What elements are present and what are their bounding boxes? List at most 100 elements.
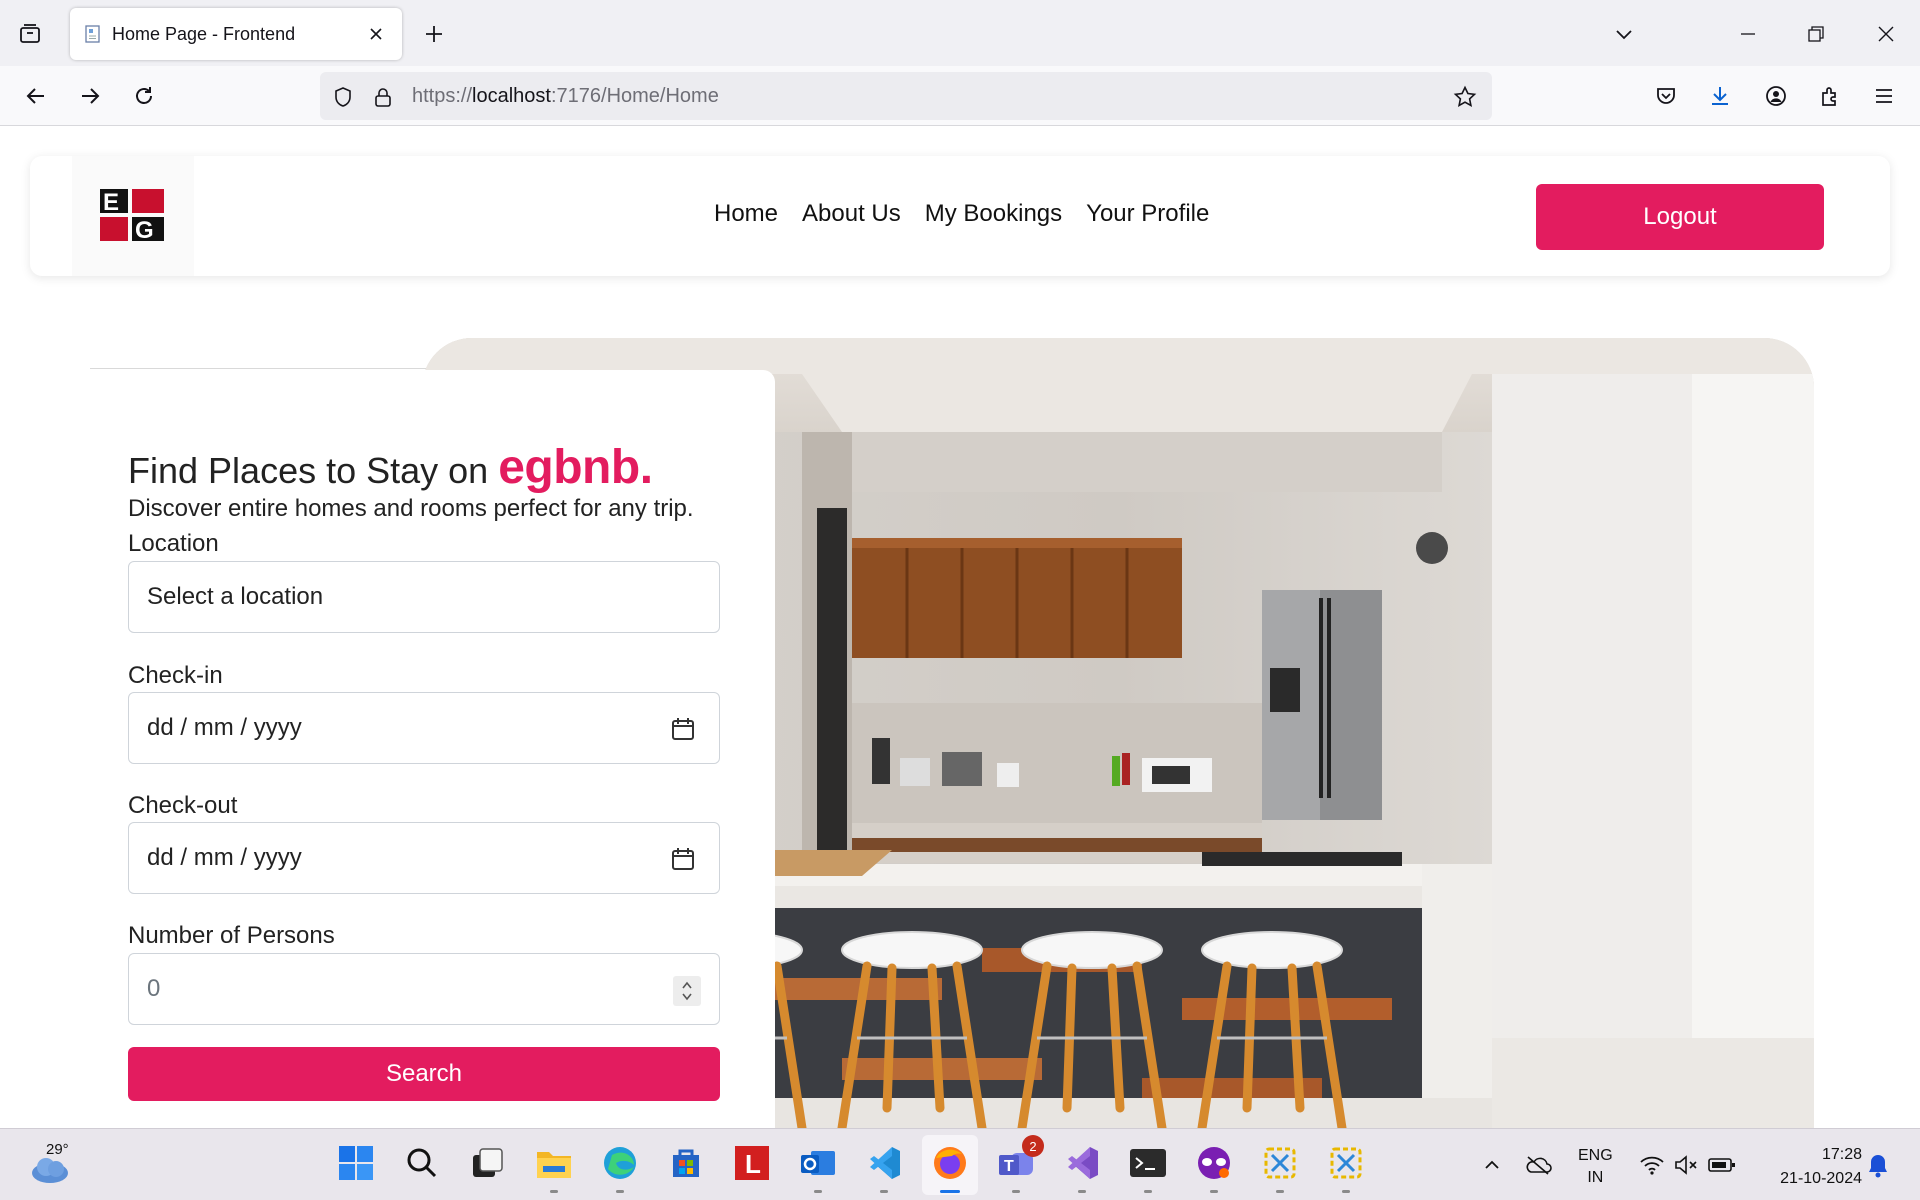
visual-studio-icon[interactable] (1060, 1141, 1104, 1193)
browser-toolbar: https://localhost:7176/Home/Home (0, 66, 1920, 126)
checkin-date-input[interactable]: dd / mm / yyyy (128, 692, 720, 764)
location-select[interactable]: Select a location (128, 561, 720, 633)
back-icon[interactable] (18, 78, 54, 114)
running-indicator (1342, 1190, 1350, 1193)
extensions-icon[interactable] (1812, 78, 1848, 114)
chevron-up-icon[interactable] (1478, 1151, 1506, 1179)
file-explorer-icon[interactable] (532, 1141, 576, 1193)
minimize-icon[interactable] (1728, 14, 1768, 54)
notification-badge: 2 (1022, 1135, 1044, 1157)
number-stepper-icon[interactable] (673, 976, 701, 1006)
account-icon[interactable] (1758, 78, 1794, 114)
calendar-icon[interactable] (669, 715, 697, 743)
checkin-placeholder: dd / mm / yyyy (147, 714, 302, 741)
wifi-icon[interactable] (1638, 1151, 1666, 1179)
windows-taskbar: 29° L T 2 ENG IN 17:28 21-10-2024 (0, 1128, 1920, 1200)
svg-text:E: E (103, 189, 119, 216)
onedrive-icon[interactable] (1524, 1151, 1552, 1179)
menu-icon[interactable] (1866, 78, 1902, 114)
mask-app-icon[interactable] (1192, 1141, 1236, 1193)
running-indicator (1210, 1190, 1218, 1193)
reload-icon[interactable] (126, 78, 162, 114)
search-button[interactable]: Search (128, 1047, 720, 1101)
search-headline: Find Places to Stay on egbnb. (128, 440, 653, 495)
calendar-icon[interactable] (669, 845, 697, 873)
location-select-value: Select a location (147, 583, 324, 610)
nav-about-us-link[interactable]: About Us (802, 200, 901, 228)
url-text[interactable]: https://localhost:7176/Home/Home (412, 85, 719, 108)
tab-title: Home Page - Frontend (112, 23, 296, 44)
nav-your-profile-link[interactable]: Your Profile (1086, 200, 1209, 228)
windows-start-icon[interactable] (334, 1141, 378, 1185)
edge-browser-icon[interactable] (598, 1141, 642, 1193)
battery-icon[interactable] (1708, 1151, 1736, 1179)
checkout-label: Check-out (128, 792, 238, 819)
running-indicator (616, 1190, 624, 1193)
svg-text:T: T (1004, 1158, 1014, 1175)
region-code: IN (1587, 1169, 1604, 1186)
list-all-tabs-icon[interactable] (1604, 14, 1644, 54)
teams-icon[interactable]: T 2 (994, 1135, 1044, 1193)
active-indicator (940, 1190, 960, 1193)
notification-bell-icon[interactable] (1864, 1151, 1892, 1179)
running-indicator (1276, 1190, 1284, 1193)
running-indicator (880, 1190, 888, 1193)
close-tab-icon[interactable] (362, 20, 390, 48)
running-indicator (1012, 1190, 1020, 1193)
running-indicator (1144, 1190, 1152, 1193)
microsoft-store-icon[interactable] (664, 1141, 708, 1185)
browser-tab-active[interactable]: Home Page - Frontend (70, 8, 402, 60)
task-view-icon[interactable] (466, 1141, 510, 1185)
location-label: Location (128, 530, 219, 557)
browser-tab-strip: Home Page - Frontend (0, 0, 1920, 66)
system-clock[interactable]: 17:28 21-10-2024 (1762, 1143, 1862, 1191)
clock-date: 21-10-2024 (1780, 1170, 1862, 1187)
clock-time: 17:28 (1821, 1146, 1862, 1163)
terminal-icon[interactable] (1126, 1141, 1170, 1193)
close-window-icon[interactable] (1866, 14, 1906, 54)
url-bar[interactable]: https://localhost:7176/Home/Home (320, 72, 1492, 120)
snipping-tool-icon[interactable] (1258, 1141, 1302, 1193)
site-header: E G Home About Us My Bookings Your Profi… (30, 156, 1890, 276)
persons-number-input[interactable]: 0 (128, 953, 720, 1025)
main-nav: Home About Us My Bookings Your Profile (714, 200, 1209, 228)
running-indicator (1078, 1190, 1086, 1193)
bookmark-star-icon[interactable] (1452, 84, 1478, 110)
tab-list-icon[interactable] (14, 18, 46, 50)
outlook-icon[interactable] (796, 1141, 840, 1193)
snipping-tool-icon-2[interactable] (1324, 1141, 1368, 1193)
checkin-label: Check-in (128, 662, 223, 689)
input-language[interactable]: ENG IN (1578, 1145, 1613, 1189)
logout-button[interactable]: Logout (1536, 184, 1824, 250)
nav-my-bookings-link[interactable]: My Bookings (925, 200, 1062, 228)
l-app-icon[interactable]: L (730, 1141, 774, 1185)
checkout-placeholder: dd / mm / yyyy (147, 844, 302, 871)
volume-muted-icon[interactable] (1672, 1151, 1700, 1179)
persons-value: 0 (147, 975, 161, 1002)
weather-temperature: 29° (46, 1141, 69, 1158)
svg-text:L: L (745, 1149, 761, 1179)
forward-icon[interactable] (72, 78, 108, 114)
search-subheading: Discover entire homes and rooms perfect … (128, 495, 694, 522)
eg-logo-icon: E G (100, 189, 164, 243)
firefox-icon[interactable] (928, 1141, 972, 1193)
lock-icon[interactable] (370, 84, 396, 110)
pocket-icon[interactable] (1648, 78, 1684, 114)
hero-divider (90, 368, 430, 369)
headline-text: Find Places to Stay on (128, 450, 489, 491)
site-logo[interactable]: E G (72, 156, 194, 276)
downloads-icon[interactable] (1702, 78, 1738, 114)
search-icon[interactable] (400, 1141, 444, 1185)
tracking-shield-icon[interactable] (330, 84, 356, 110)
vscode-icon[interactable] (862, 1141, 906, 1193)
persons-label: Number of Persons (128, 922, 335, 949)
new-tab-icon[interactable] (418, 18, 450, 50)
checkout-date-input[interactable]: dd / mm / yyyy (128, 822, 720, 894)
search-panel: Find Places to Stay on egbnb. Discover e… (90, 370, 775, 1128)
running-indicator (550, 1190, 558, 1193)
svg-text:G: G (135, 217, 154, 243)
restore-icon[interactable] (1796, 14, 1836, 54)
language-code: ENG (1578, 1147, 1613, 1164)
page-favicon-icon (82, 23, 104, 45)
nav-home-link[interactable]: Home (714, 200, 778, 228)
